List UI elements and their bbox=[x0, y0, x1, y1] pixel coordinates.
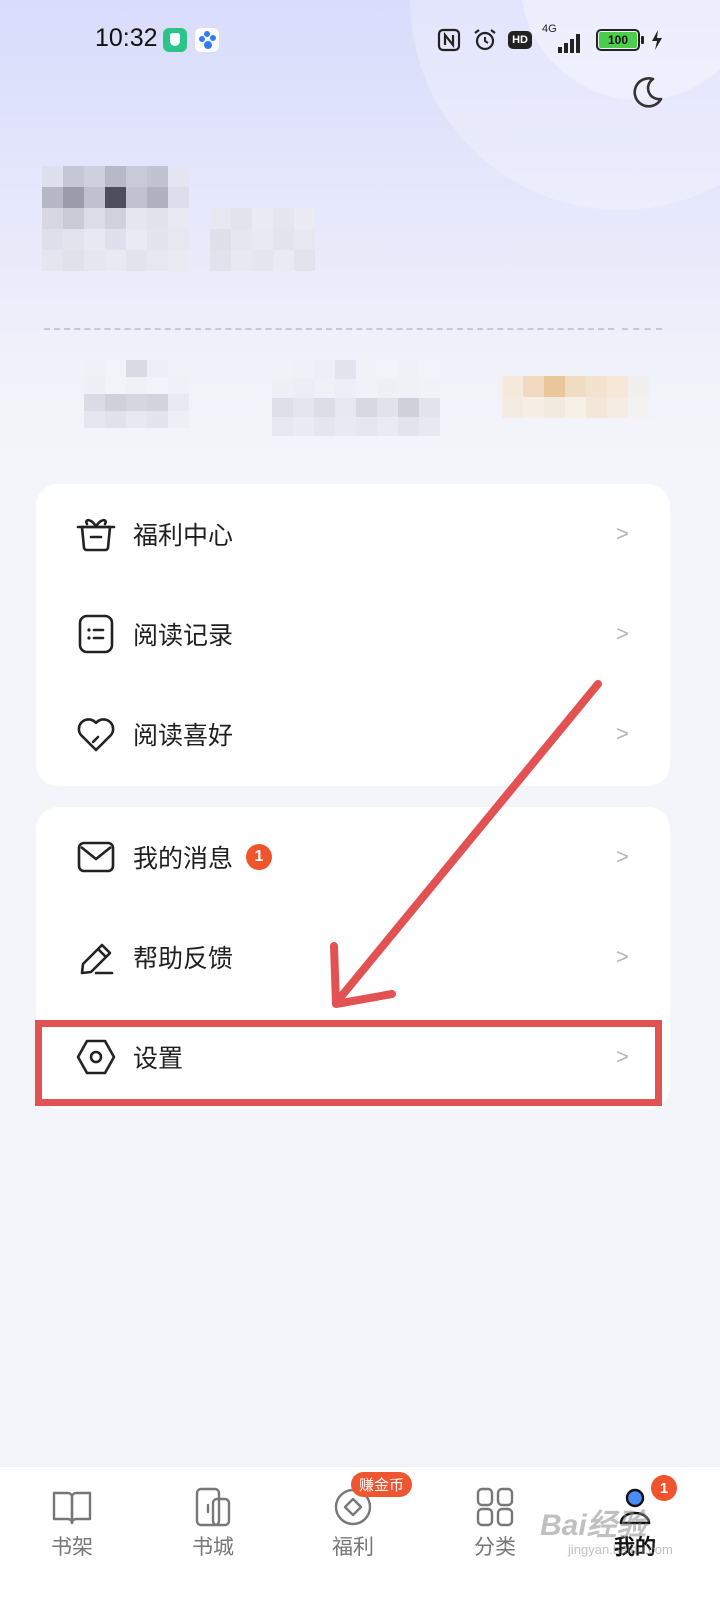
watermark-sub: jingyan.baidu.com bbox=[568, 1542, 673, 1557]
menu-card-primary: 福利中心 > 阅读记录 > 阅读喜好 > bbox=[36, 484, 670, 786]
nav-tab-bookshelf[interactable]: 书架 bbox=[12, 1467, 132, 1600]
status-time: 10:32 bbox=[95, 24, 158, 52]
menu-item-label: 阅读记录 bbox=[133, 621, 234, 650]
divider bbox=[622, 328, 662, 330]
stat-blurred[interactable] bbox=[272, 360, 440, 436]
network-type: 4G bbox=[542, 23, 557, 35]
status-bar: 10:32 HD 4G 100 bbox=[0, 0, 720, 80]
reading-record-icon bbox=[74, 612, 118, 656]
night-mode-icon[interactable] bbox=[628, 72, 668, 112]
chevron-right-icon: > bbox=[616, 621, 629, 646]
nav-label: 分类 bbox=[474, 1535, 516, 1559]
earn-coins-tag: 赚金币 bbox=[351, 1472, 413, 1497]
menu-item-label: 福利中心 bbox=[133, 521, 234, 550]
menu-item-label: 阅读喜好 bbox=[133, 721, 234, 750]
alarm-icon bbox=[472, 27, 498, 53]
nav-label: 书城 bbox=[192, 1535, 234, 1559]
menu-item-reading-history[interactable]: 阅读记录 > bbox=[36, 584, 670, 684]
gift-box-icon bbox=[74, 512, 118, 556]
mail-icon bbox=[74, 835, 118, 879]
chevron-right-icon: > bbox=[616, 521, 629, 546]
bookstore-icon bbox=[195, 1487, 231, 1527]
battery-level: 100 bbox=[599, 32, 637, 48]
nfc-icon bbox=[436, 27, 462, 53]
category-grid-icon bbox=[476, 1487, 514, 1527]
watermark-main: Bai经验 bbox=[540, 1509, 647, 1542]
nav-label: 福利 bbox=[332, 1535, 374, 1559]
charging-icon bbox=[650, 27, 664, 53]
nav-label: 书架 bbox=[51, 1535, 93, 1559]
menu-item-label: 帮助反馈 bbox=[133, 944, 234, 973]
signal-icon: 4G bbox=[542, 23, 586, 53]
menu-item-my-messages[interactable]: 我的消息 1 > bbox=[36, 807, 670, 907]
heart-icon bbox=[74, 712, 118, 756]
hd-icon: HD bbox=[508, 31, 532, 49]
annotation-highlight-box bbox=[35, 1020, 662, 1106]
status-icons: HD 4G 100 bbox=[436, 23, 664, 54]
chevron-right-icon: > bbox=[616, 721, 629, 746]
unread-badge: 1 bbox=[246, 844, 272, 870]
divider bbox=[44, 328, 614, 330]
security-app-icon bbox=[163, 28, 187, 52]
notification-badge: 1 bbox=[651, 1475, 677, 1501]
battery-icon: 100 bbox=[596, 29, 644, 51]
menu-item-label: 我的消息 bbox=[133, 844, 234, 873]
stat-blurred[interactable] bbox=[502, 376, 649, 418]
nav-tab-bookstore[interactable]: 书城 bbox=[153, 1467, 273, 1600]
user-info-blurred bbox=[210, 208, 315, 271]
stat-blurred[interactable] bbox=[84, 360, 189, 428]
avatar[interactable] bbox=[42, 166, 189, 271]
paw-app-icon bbox=[195, 28, 219, 52]
menu-item-welfare-center[interactable]: 福利中心 > bbox=[36, 484, 670, 584]
bookshelf-icon bbox=[52, 1491, 92, 1525]
watermark: Bai经验 jingyan.baidu.com bbox=[540, 1500, 710, 1564]
menu-item-help-feedback[interactable]: 帮助反馈 > bbox=[36, 907, 670, 1007]
chevron-right-icon: > bbox=[616, 944, 629, 969]
menu-item-reading-preferences[interactable]: 阅读喜好 > bbox=[36, 684, 670, 784]
nav-tab-welfare[interactable]: 赚金币 福利 bbox=[293, 1467, 413, 1600]
pencil-icon bbox=[74, 935, 118, 979]
chevron-right-icon: > bbox=[616, 844, 629, 869]
nav-tab-category[interactable]: 分类 bbox=[435, 1467, 555, 1600]
